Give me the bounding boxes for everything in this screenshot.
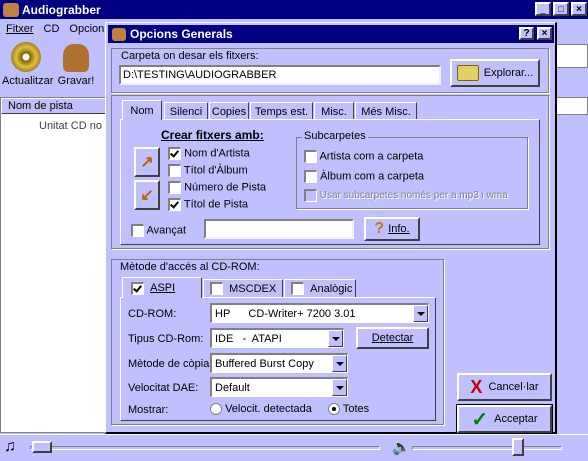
cdrom-type-dropdown[interactable]: IDE - ATAPI <box>210 328 344 348</box>
arrow-down-icon: ↙ <box>140 187 154 204</box>
tab-silenci[interactable]: Silenci <box>164 102 208 120</box>
option-track-title[interactable]: Títol de Pista <box>168 198 248 211</box>
dialog-titlebar: Opcions Generals ? × <box>108 25 554 43</box>
option-artist-name[interactable]: Nom d'Artista <box>168 147 250 160</box>
main-title: Audiograbber <box>22 2 101 17</box>
copy-method-label: Mètode de còpia: <box>128 358 213 370</box>
list-empty-text: Unitat CD no <box>39 120 102 132</box>
refresh-toolbar-button[interactable]: Actualitzar <box>2 42 54 92</box>
move-up-button[interactable]: ↗ <box>134 147 160 177</box>
advanced-field[interactable] <box>204 219 354 239</box>
option-artist-folder[interactable]: Artista com a carpeta <box>304 150 423 163</box>
menu-fitxer[interactable]: Fitxer <box>6 23 34 35</box>
option-subfolders-mp3[interactable]: Usar subcarpetes només per a mp3 i wma <box>304 189 508 202</box>
chevron-down-icon[interactable] <box>332 379 347 396</box>
chevron-down-icon[interactable] <box>413 305 428 322</box>
copy-method-dropdown[interactable]: Buffered Burst Copy <box>210 353 348 373</box>
speaker-icon: 🔈 <box>392 439 411 456</box>
position-slider[interactable] <box>30 446 380 450</box>
folder-path-field[interactable]: D:\TESTING\AUDIOGRABBER <box>119 65 441 85</box>
radio-detected-speed[interactable] <box>210 403 222 416</box>
checkbox-artist-name[interactable] <box>168 147 181 160</box>
record-toolbar-button[interactable]: Gravar! <box>56 42 96 92</box>
volume-slider[interactable] <box>412 446 562 450</box>
arrow-up-icon: ↗ <box>140 154 154 171</box>
right-strip-2 <box>556 97 588 115</box>
checkbox-album-title[interactable] <box>168 164 181 177</box>
close-button[interactable]: × <box>571 2 587 16</box>
tab-analogic[interactable]: Analògic <box>284 279 356 297</box>
checkbox-aspi[interactable] <box>131 281 144 295</box>
cdrom-legend: Mètode d'accés al CD-ROM: <box>118 261 262 273</box>
tab-aspi[interactable]: ASPI <box>122 277 202 298</box>
option-track-number[interactable]: Número de Pista <box>168 181 266 194</box>
tab-mes-misc[interactable]: Més Misc. <box>355 102 417 120</box>
tab-misc[interactable]: Misc. <box>314 102 354 120</box>
music-note-icon: ♫ <box>4 438 16 455</box>
tab-mscdex[interactable]: MSCDEX <box>203 279 283 297</box>
volume-slider-thumb[interactable] <box>512 438 524 456</box>
checkbox-album-folder[interactable] <box>304 170 317 183</box>
checkbox-mscdex[interactable] <box>210 282 223 295</box>
ok-button[interactable]: ✓ Acceptar <box>457 405 552 433</box>
subfolders-legend: Subcarpetes <box>302 130 368 142</box>
folder-label: Carpeta on desar els fitxers: <box>121 50 259 62</box>
checkbox-advanced[interactable] <box>131 224 144 237</box>
folder-icon <box>456 65 479 81</box>
move-down-button[interactable]: ↙ <box>134 180 160 210</box>
cdrom-type-label: Tipus CD-Rom: <box>128 333 204 345</box>
dialog-close-button[interactable]: × <box>537 27 552 40</box>
tab-temps[interactable]: Temps est. <box>250 102 313 120</box>
cancel-button[interactable]: X Cancel·lar <box>457 373 552 401</box>
tab-copies[interactable]: Copies <box>209 102 249 120</box>
track-list[interactable]: Nom de pista Unitat CD no <box>0 97 110 433</box>
right-strip <box>556 44 588 68</box>
option-all[interactable]: Totes <box>328 403 369 416</box>
tab-nom[interactable]: Nom <box>122 100 162 120</box>
chevron-down-icon[interactable] <box>332 355 347 372</box>
detect-button[interactable]: Detectar <box>356 327 429 349</box>
info-button[interactable]: ? Info. <box>364 217 420 241</box>
menu-bar: Fitxer CD Opcion <box>0 20 104 38</box>
record-label: Gravar! <box>57 75 95 87</box>
cd-icon <box>11 42 41 72</box>
option-advanced[interactable]: Avançat <box>131 224 186 237</box>
main-window-controls: _ □ × <box>535 2 587 16</box>
browse-button[interactable]: Explorar... <box>450 59 540 87</box>
help-button[interactable]: ? <box>519 27 534 40</box>
status-bar: ♫ 🔈 <box>0 434 588 461</box>
option-album-title[interactable]: Títol d'Àlbum <box>168 164 248 177</box>
dialog-icon <box>112 27 126 41</box>
dialog-title: Opcions Generals <box>130 27 233 41</box>
main-titlebar: Audiograbber <box>0 0 588 19</box>
cdrom-label: CD-ROM: <box>128 308 177 320</box>
dog-icon <box>63 44 89 72</box>
cdrom-dropdown[interactable]: HP CD-Writer+ 7200 3.01 <box>210 303 429 323</box>
checkbox-track-title[interactable] <box>168 198 181 211</box>
check-icon: ✓ <box>471 408 489 431</box>
position-slider-thumb[interactable] <box>32 441 52 453</box>
checkbox-track-number[interactable] <box>168 181 181 194</box>
checkbox-analogic[interactable] <box>291 282 304 295</box>
show-label: Mostrar: <box>128 404 169 416</box>
menu-cd[interactable]: CD <box>44 23 60 35</box>
cancel-x-icon: X <box>470 376 483 397</box>
checkbox-artist-folder[interactable] <box>304 150 317 163</box>
options-dialog: Opcions Generals ? × Carpeta on desar el… <box>105 22 557 434</box>
chevron-down-icon[interactable] <box>328 330 343 347</box>
refresh-label: Actualitzar <box>2 75 54 87</box>
dae-speed-dropdown[interactable]: Default <box>210 377 348 397</box>
question-icon: ? <box>374 220 385 237</box>
menu-opcions[interactable]: Opcion <box>69 23 104 35</box>
maximize-button[interactable]: □ <box>553 2 569 16</box>
radio-all[interactable] <box>328 403 340 416</box>
list-header-track-name[interactable]: Nom de pista <box>1 98 109 114</box>
checkbox-subfolders-mp3[interactable] <box>304 189 317 202</box>
create-files-heading: Crear fitxers amb: <box>161 128 264 142</box>
dae-speed-label: Velocitat DAE: <box>128 382 199 394</box>
option-album-folder[interactable]: Àlbum com a carpeta <box>304 170 424 183</box>
option-detected-speed[interactable]: Velocit. detectada <box>210 403 312 416</box>
app-icon <box>3 2 19 17</box>
minimize-button[interactable]: _ <box>535 2 551 16</box>
